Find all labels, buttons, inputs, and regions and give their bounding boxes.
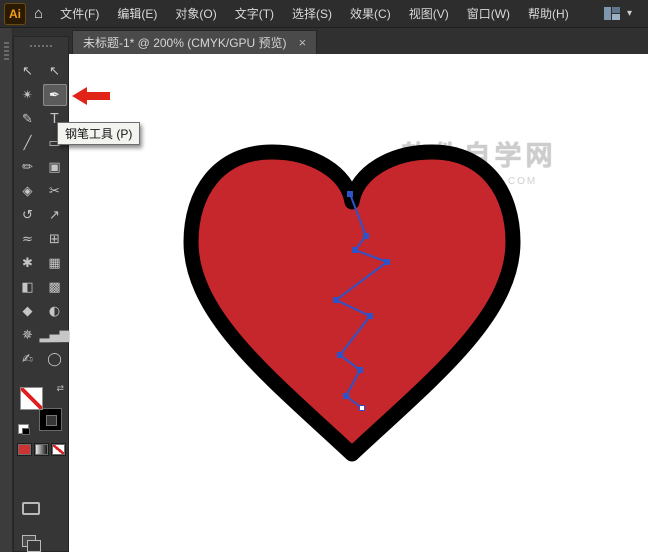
- arrow-shape: [72, 87, 110, 105]
- tool-column-graph[interactable]: ▂▄▆: [43, 324, 67, 346]
- pen-tool-tooltip: 钢笔工具 (P): [57, 122, 140, 145]
- menubar: Ai ⌂ 文件(F)编辑(E)对象(O)文字(T)选择(S)效果(C)视图(V)…: [0, 0, 648, 28]
- tool-eraser[interactable]: ◈: [16, 180, 40, 202]
- tool-mesh[interactable]: ▩: [43, 276, 67, 298]
- anchor-point[interactable]: [334, 298, 339, 303]
- close-icon[interactable]: ×: [299, 36, 307, 49]
- document-tab[interactable]: 未标题-1* @ 200% (CMYK/GPU 预览) ×: [72, 30, 317, 54]
- tool-zoom[interactable]: ◯: [43, 348, 67, 370]
- artwork: [69, 54, 648, 552]
- menu-object[interactable]: 对象(O): [166, 0, 225, 28]
- color-button[interactable]: [17, 443, 32, 456]
- draw-mode-icon[interactable]: [22, 535, 36, 547]
- tool-perspective-grid[interactable]: ▦: [43, 252, 67, 274]
- gradient-button[interactable]: [34, 443, 49, 456]
- anchor-point[interactable]: [385, 260, 390, 265]
- annotation-arrow: [70, 84, 112, 108]
- default-fill-stroke-icon[interactable]: [18, 424, 29, 434]
- tool-eyedropper[interactable]: ◆: [16, 300, 40, 322]
- tool-blend[interactable]: ◐: [43, 300, 67, 322]
- menu-file[interactable]: 文件(F): [51, 0, 108, 28]
- anchor-point[interactable]: [358, 368, 363, 373]
- menu-view[interactable]: 视图(V): [400, 0, 458, 28]
- home-icon[interactable]: ⌂: [34, 5, 43, 22]
- chevron-down-icon[interactable]: ▾: [627, 8, 632, 19]
- anchor-point[interactable]: [344, 394, 349, 399]
- stroke-swatch[interactable]: [39, 408, 62, 431]
- screen-mode-icon[interactable]: [22, 502, 40, 515]
- none-button[interactable]: [51, 443, 66, 456]
- tool-symbol-sprayer[interactable]: ✵: [16, 324, 40, 346]
- tool-pen[interactable]: ✒: [43, 84, 67, 106]
- anchor-point[interactable]: [348, 192, 353, 197]
- canvas[interactable]: 软件自学网 WWW.RJZXW.COM: [69, 54, 648, 552]
- tool-gradient[interactable]: ◧: [16, 276, 40, 298]
- fill-swatch[interactable]: [20, 387, 43, 410]
- tool-direct-selection[interactable]: ↖: [43, 60, 67, 82]
- menu-help[interactable]: 帮助(H): [519, 0, 578, 28]
- tabbar: 未标题-1* @ 200% (CMYK/GPU 预览) ×: [0, 28, 648, 54]
- tool-paintbrush[interactable]: ✎: [16, 108, 40, 130]
- menu-window[interactable]: 窗口(W): [458, 0, 519, 28]
- workspace-layout-icon[interactable]: [604, 7, 620, 20]
- menu-edit[interactable]: 编辑(E): [108, 0, 166, 28]
- swap-fill-stroke-icon[interactable]: ⇄: [56, 383, 64, 394]
- toolbar: ↖↖✴✒✎T╱▭✏▣◈✂↺↗≈⊞✱▦◧▩◆◐✵▂▄▆✍◯ ⇄: [13, 36, 69, 552]
- tool-magic-wand[interactable]: ✴: [16, 84, 40, 106]
- tool-hand[interactable]: ✍: [16, 348, 40, 370]
- tool-free-transform[interactable]: ⊞: [43, 228, 67, 250]
- tool-rotate[interactable]: ↺: [16, 204, 40, 226]
- paint-mode-buttons: [14, 443, 68, 456]
- fill-stroke-widget: ⇄: [20, 387, 62, 431]
- menubar-right: ▾: [604, 7, 648, 20]
- anchor-point[interactable]: [360, 406, 365, 411]
- dock-gripper[interactable]: [4, 40, 9, 62]
- toolbar-bottom: [14, 502, 68, 547]
- tool-width[interactable]: ≈: [16, 228, 40, 250]
- menu-select[interactable]: 选择(S): [283, 0, 341, 28]
- anchor-point[interactable]: [353, 248, 358, 253]
- tool-line-segment[interactable]: ╱: [16, 132, 40, 154]
- tool-scale[interactable]: ↗: [43, 204, 67, 226]
- anchor-point[interactable]: [368, 314, 373, 319]
- toolbar-tools: ↖↖✴✒✎T╱▭✏▣◈✂↺↗≈⊞✱▦◧▩◆◐✵▂▄▆✍◯: [14, 59, 68, 371]
- menu-effect[interactable]: 效果(C): [341, 0, 400, 28]
- document-tab-title: 未标题-1* @ 200% (CMYK/GPU 预览): [83, 34, 287, 51]
- tool-selection[interactable]: ↖: [16, 60, 40, 82]
- anchor-point[interactable]: [338, 353, 343, 358]
- tool-shape-builder[interactable]: ✱: [16, 252, 40, 274]
- dock-strip: [0, 28, 13, 552]
- toolbar-gripper[interactable]: [28, 41, 54, 51]
- menu-type[interactable]: 文字(T): [226, 0, 283, 28]
- menubar-menus: 文件(F)编辑(E)对象(O)文字(T)选择(S)效果(C)视图(V)窗口(W)…: [51, 0, 578, 28]
- tool-shaper[interactable]: ▣: [43, 156, 67, 178]
- anchor-point[interactable]: [364, 234, 369, 239]
- tool-scissors[interactable]: ✂: [43, 180, 67, 202]
- app-logo[interactable]: Ai: [4, 3, 26, 25]
- tool-pencil[interactable]: ✏: [16, 156, 40, 178]
